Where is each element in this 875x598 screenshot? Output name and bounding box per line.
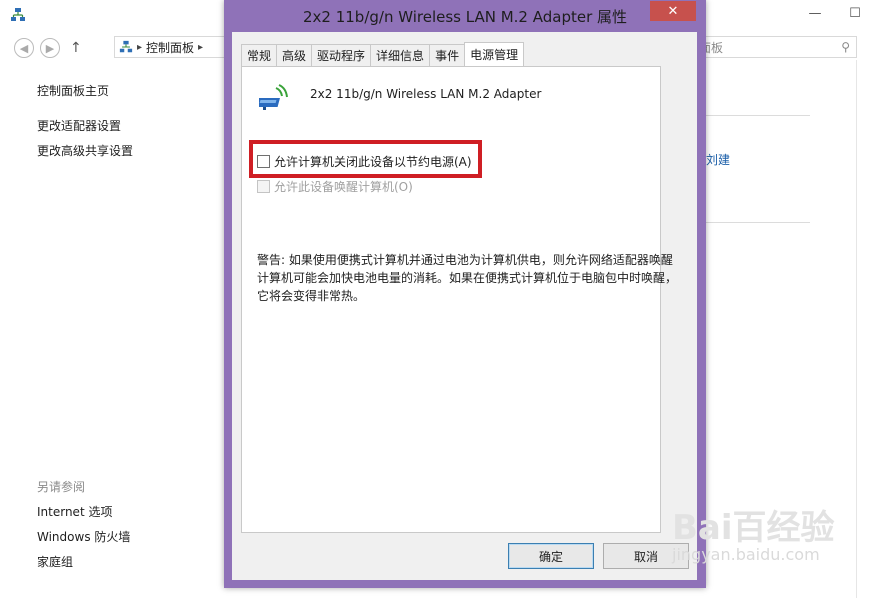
search-input[interactable]: 面板 ⚲ [690,36,857,58]
network-adapter-icon [259,84,288,110]
tab-driver[interactable]: 驱动程序 [311,44,372,66]
watermark-logo: Bai百经验 [672,508,835,548]
network-app-icon [11,8,25,21]
tab-power-management[interactable]: 电源管理 [464,42,525,66]
annotation-highlight-box [249,140,482,178]
see-also-section: 另请参阅 Internet 选项 Windows 防火墙 家庭组 [37,478,130,578]
dialog-body: 常规 高级 驱动程序 详细信息 事件 电源管理 2x2 11b/g/n Wire… [232,32,697,580]
device-name: 2x2 11b/g/n Wireless LAN M.2 Adapter [310,87,542,101]
power-management-panel: 2x2 11b/g/n Wireless LAN M.2 Adapter 允许计… [241,66,677,533]
forward-icon[interactable]: ▶ [40,38,60,58]
tab-general[interactable]: 常规 [241,44,278,66]
address-bar[interactable]: ▸ 控制面板 ▸ [114,36,226,58]
nav-change-advanced-sharing[interactable]: 更改高级共享设置 [37,142,133,167]
tab-details[interactable]: 详细信息 [370,44,431,66]
see-also-homegroup[interactable]: 家庭组 [37,553,130,578]
right-panel-link[interactable]: 刘建 [706,151,730,168]
up-arrow-icon[interactable]: ↑ [70,40,82,56]
dialog-title: 2x2 11b/g/n Wireless LAN M.2 Adapter 属性 [302,7,628,26]
maximize-button[interactable]: ☐ [835,0,875,26]
warning-text: 警告: 如果使用便携式计算机并通过电池为计算机供电，则允许网络适配器唤醒计算机可… [257,253,678,303]
see-also-internet-options[interactable]: Internet 选项 [37,503,130,528]
divider [856,60,857,598]
divider [706,115,810,116]
see-also-windows-firewall[interactable]: Windows 防火墙 [37,528,130,553]
tab-events[interactable]: 事件 [429,44,466,66]
tab-strip: 常规 高级 驱动程序 详细信息 事件 电源管理 [241,42,525,66]
see-also-title: 另请参阅 [37,480,86,494]
baidu-watermark: Bai百经验 jingyan.baidu.com [672,500,835,564]
minimize-button[interactable]: — [795,0,835,26]
ok-button[interactable]: 确定 [508,543,594,569]
back-icon[interactable]: ◀ [14,38,34,58]
properties-dialog: 2x2 11b/g/n Wireless LAN M.2 Adapter 属性 … [224,0,706,588]
nav-change-adapter-settings[interactable]: 更改适配器设置 [37,117,133,142]
allow-wake-checkbox: 允许此设备唤醒计算机(O) [257,178,413,195]
checkbox-disabled-icon [257,180,270,193]
control-panel-icon [119,40,133,53]
close-button[interactable]: ✕ [650,1,696,21]
close-icon: ✕ [667,3,679,19]
breadcrumb-chevron-icon: ▸ [198,41,204,53]
nav-control-panel-home[interactable]: 控制面板主页 [37,82,133,107]
tab-advanced[interactable]: 高级 [276,44,313,66]
left-navigation: 控制面板主页 更改适配器设置 更改高级共享设置 [37,82,133,167]
breadcrumb-chevron-icon: ▸ [137,41,143,53]
search-icon: ⚲ [841,40,850,54]
breadcrumb-control-panel[interactable]: 控制面板 [146,39,194,56]
divider [706,222,810,223]
watermark-url: jingyan.baidu.com [672,545,820,564]
allow-wake-label: 允许此设备唤醒计算机(O) [274,180,413,194]
nav-buttons: ◀ ▶ ↑ [14,36,82,60]
